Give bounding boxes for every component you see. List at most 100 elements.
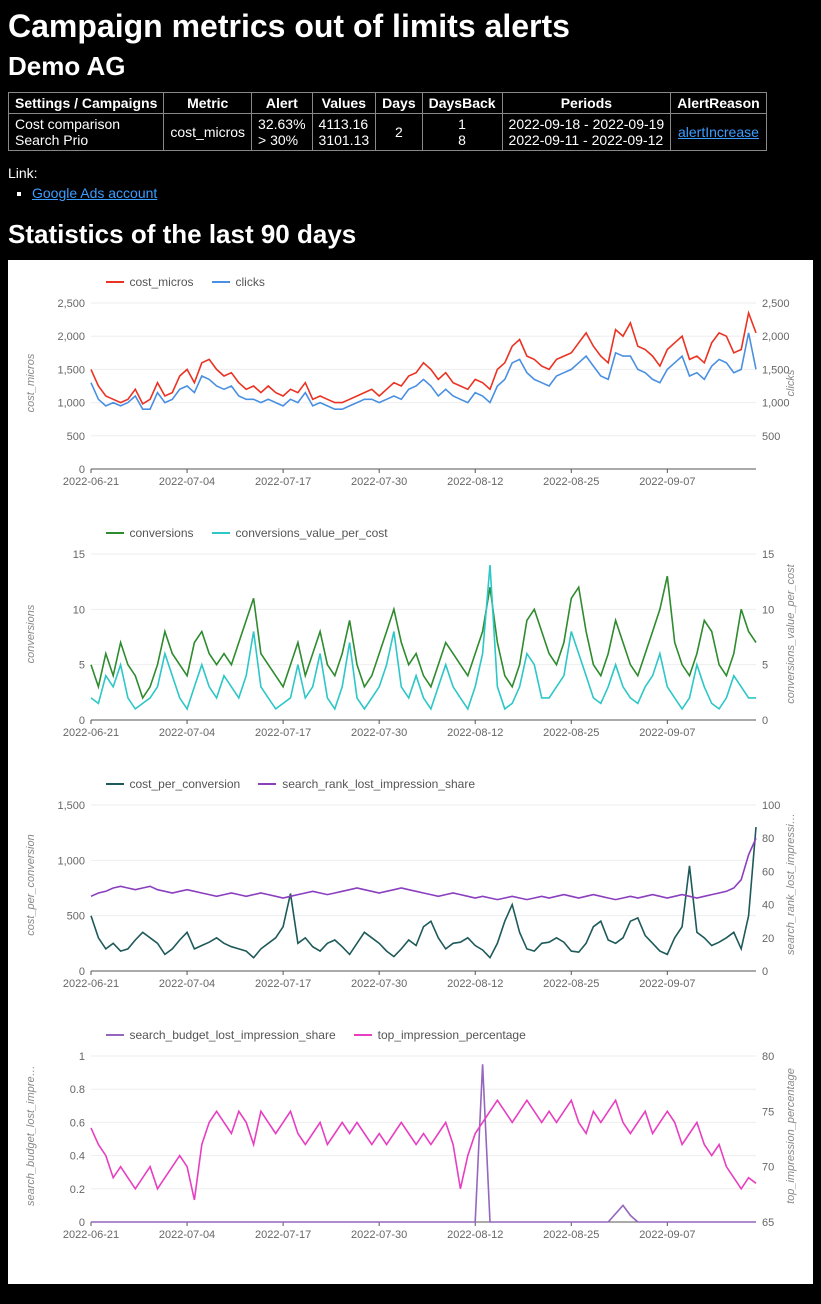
svg-text:2022-07-30: 2022-07-30 xyxy=(351,727,407,739)
legend-label: search_budget_lost_impression_share xyxy=(130,1028,336,1042)
legend-item: conversions_value_per_cost xyxy=(212,526,388,540)
series-line xyxy=(91,1064,756,1222)
svg-text:2022-07-04: 2022-07-04 xyxy=(158,1229,214,1241)
legend-label: cost_micros xyxy=(130,275,194,289)
svg-text:0.2: 0.2 xyxy=(69,1184,84,1196)
cell-alertreason: alertIncrease xyxy=(671,114,766,151)
svg-text:2022-08-12: 2022-08-12 xyxy=(447,978,503,990)
svg-text:1: 1 xyxy=(78,1051,84,1063)
alert-reason-link[interactable]: alertIncrease xyxy=(678,124,759,140)
legend-item: conversions xyxy=(106,526,194,540)
svg-text:2022-08-12: 2022-08-12 xyxy=(447,1229,503,1241)
cell-alert: 32.63% > 30% xyxy=(252,114,312,151)
series-line xyxy=(91,1100,756,1200)
chart-legend: cost_microsclicks xyxy=(106,272,806,289)
col-alertreason: AlertReason xyxy=(671,93,766,114)
svg-text:2022-07-04: 2022-07-04 xyxy=(158,727,214,739)
svg-text:0: 0 xyxy=(78,715,84,727)
legend-swatch-icon xyxy=(212,532,230,534)
series-line xyxy=(91,333,756,409)
legend-label: conversions xyxy=(130,526,194,540)
svg-text:2022-06-21: 2022-06-21 xyxy=(62,476,118,488)
chart-svg: 0510150510152022-06-212022-07-042022-07-… xyxy=(16,544,806,744)
svg-text:65: 65 xyxy=(762,1217,774,1229)
chart-svg: 05001,0001,5000204060801002022-06-212022… xyxy=(16,795,806,995)
svg-text:2022-07-17: 2022-07-17 xyxy=(254,476,310,488)
svg-text:0.4: 0.4 xyxy=(69,1151,84,1163)
legend-label: top_impression_percentage xyxy=(378,1028,526,1042)
svg-text:5: 5 xyxy=(762,660,768,672)
link-item: Google Ads account xyxy=(32,185,813,201)
svg-text:2022-07-04: 2022-07-04 xyxy=(158,978,214,990)
google-ads-account-link[interactable]: Google Ads account xyxy=(32,185,157,201)
svg-text:500: 500 xyxy=(66,911,84,923)
svg-text:0: 0 xyxy=(762,966,768,978)
svg-text:10: 10 xyxy=(762,604,774,616)
cell-settings: Cost comparison Search Prio xyxy=(9,114,164,151)
svg-text:1,000: 1,000 xyxy=(57,855,85,867)
chart-svg: 00.20.40.60.81657075802022-06-212022-07-… xyxy=(16,1046,806,1246)
y2-axis-label: conversions_value_per_cost xyxy=(785,564,797,704)
svg-text:500: 500 xyxy=(762,431,780,443)
cell-metric: cost_micros xyxy=(164,114,252,151)
svg-text:2022-08-25: 2022-08-25 xyxy=(543,476,599,488)
legend-label: conversions_value_per_cost xyxy=(236,526,388,540)
svg-text:0: 0 xyxy=(78,1217,84,1229)
legend-label: search_rank_lost_impression_share xyxy=(282,777,475,791)
col-settings: Settings / Campaigns xyxy=(9,93,164,114)
svg-text:0.8: 0.8 xyxy=(69,1084,84,1096)
svg-text:2022-06-21: 2022-06-21 xyxy=(62,727,118,739)
charts-panel: cost_microsclickscost_microsclicks05001,… xyxy=(8,260,813,1284)
col-days: Days xyxy=(376,93,422,114)
page-subtitle: Demo AG xyxy=(8,51,813,82)
svg-text:2022-09-07: 2022-09-07 xyxy=(639,1229,695,1241)
table-header-row: Settings / Campaigns Metric Alert Values… xyxy=(9,93,767,114)
alerts-table: Settings / Campaigns Metric Alert Values… xyxy=(8,92,767,151)
svg-text:0: 0 xyxy=(78,464,84,476)
svg-text:10: 10 xyxy=(72,604,84,616)
svg-text:1,500: 1,500 xyxy=(57,364,85,376)
svg-text:2022-07-17: 2022-07-17 xyxy=(254,1229,310,1241)
svg-text:2022-07-17: 2022-07-17 xyxy=(254,978,310,990)
svg-text:5: 5 xyxy=(78,660,84,672)
svg-text:40: 40 xyxy=(762,900,774,912)
svg-text:2022-06-21: 2022-06-21 xyxy=(62,978,118,990)
svg-text:1,000: 1,000 xyxy=(57,398,85,410)
svg-text:2022-07-04: 2022-07-04 xyxy=(158,476,214,488)
svg-text:0: 0 xyxy=(762,715,768,727)
legend-item: search_rank_lost_impression_share xyxy=(258,777,475,791)
legend-item: cost_micros xyxy=(106,275,194,289)
svg-text:80: 80 xyxy=(762,833,774,845)
svg-text:2022-07-30: 2022-07-30 xyxy=(351,1229,407,1241)
chart-legend: cost_per_conversion search_rank_lost_impr… xyxy=(106,774,806,791)
series-line xyxy=(91,576,756,698)
cell-days: 2 xyxy=(376,114,422,151)
svg-text:2022-07-30: 2022-07-30 xyxy=(351,476,407,488)
svg-text:1,500: 1,500 xyxy=(57,800,85,812)
legend-swatch-icon xyxy=(354,1034,372,1036)
series-line xyxy=(91,838,756,899)
table-row: Cost comparison Search Prio cost_micros … xyxy=(9,114,767,151)
svg-text:60: 60 xyxy=(762,866,774,878)
legend-item: cost_per_conversion xyxy=(106,777,241,791)
y2-axis-label: clicks xyxy=(785,313,797,453)
chart-legend: conversions conversions_value_per_cost xyxy=(106,523,806,540)
svg-text:2022-08-12: 2022-08-12 xyxy=(447,476,503,488)
svg-text:2022-08-25: 2022-08-25 xyxy=(543,978,599,990)
chart-chart2: conversionsconversions_value_per_costcon… xyxy=(16,523,806,744)
chart-chart3: cost_per_conversion search_rank_lost_impr… xyxy=(16,774,806,995)
col-periods: Periods xyxy=(502,93,671,114)
y1-axis-label: cost_per_conversion xyxy=(25,815,37,955)
svg-text:0: 0 xyxy=(78,966,84,978)
svg-text:75: 75 xyxy=(762,1106,774,1118)
col-metric: Metric xyxy=(164,93,252,114)
svg-text:100: 100 xyxy=(762,800,780,812)
svg-text:2022-06-21: 2022-06-21 xyxy=(62,1229,118,1241)
chart-legend: search_budget_lost_impression_share top_i… xyxy=(106,1025,806,1042)
legend-item: search_budget_lost_impression_share xyxy=(106,1028,336,1042)
link-label: Link: xyxy=(8,165,813,181)
legend-swatch-icon xyxy=(212,281,230,283)
page-title: Campaign metrics out of limits alerts xyxy=(8,8,813,45)
svg-text:2022-08-25: 2022-08-25 xyxy=(543,1229,599,1241)
svg-text:2022-08-25: 2022-08-25 xyxy=(543,727,599,739)
